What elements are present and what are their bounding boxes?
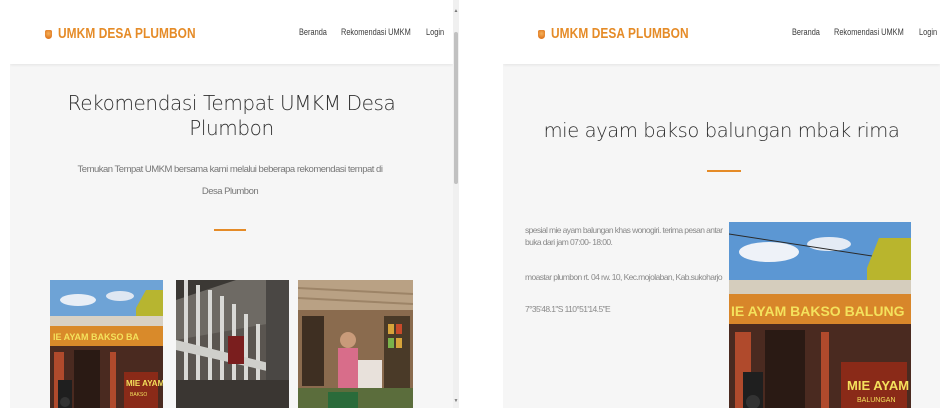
subtitle-line-2: Desa Plumbon bbox=[201, 186, 259, 197]
nav-link-login[interactable]: Login bbox=[919, 27, 937, 37]
right-browser-window: UMKM DESA PLUMBON Beranda Rekomendasi UM… bbox=[503, 0, 940, 408]
umkm-title: mie ayam bakso balungan mbak rima bbox=[543, 119, 900, 142]
cart-sign-text: MIE AYAM bbox=[847, 378, 909, 393]
brand-name: UMKM DESA PLUMBON bbox=[551, 26, 689, 42]
accent-divider bbox=[214, 229, 246, 231]
cart-sign-subtext: BALUNGAN bbox=[857, 397, 896, 404]
navbar: UMKM DESA PLUMBON Beranda Rekomendasi UM… bbox=[10, 0, 453, 64]
umkm-photo: IE AYAM BAKSO BALUNG MIE AYAM BALUNGAN bbox=[729, 222, 911, 408]
umkm-card-2-photo bbox=[176, 280, 289, 408]
brand-name: UMKM DESA PLUMBON bbox=[58, 26, 196, 42]
nav-link-rekomendasi-umkm[interactable]: Rekomendasi UMKM bbox=[834, 27, 904, 37]
page-title-line-1: Rekomendasi Tempat UMKM Desa bbox=[67, 91, 396, 115]
nav-menu: Beranda Rekomendasi UMKM Login bbox=[299, 27, 448, 37]
scroll-down-arrow-icon[interactable]: ▼ bbox=[453, 398, 459, 404]
umkm-card-3[interactable] bbox=[298, 280, 413, 408]
accent-divider bbox=[707, 170, 741, 172]
cart-sign-subtext: BAKSO bbox=[130, 392, 147, 398]
umkm-coordinates: 7°35'48.1"S 110°51'14.5"E bbox=[525, 304, 611, 314]
nav-link-beranda[interactable]: Beranda bbox=[299, 27, 327, 37]
cart-sign-text: MIE AYAM bbox=[126, 379, 163, 388]
nav-link-login[interactable]: Login bbox=[426, 27, 444, 37]
umkm-card-2[interactable] bbox=[176, 280, 289, 408]
banner-text: IE AYAM BAKSO BA bbox=[53, 332, 140, 342]
brand-icon bbox=[538, 29, 545, 39]
brand-icon bbox=[45, 29, 52, 39]
nav-menu: Beranda Rekomendasi UMKM Login bbox=[792, 27, 940, 37]
navbar: UMKM DESA PLUMBON Beranda Rekomendasi UM… bbox=[503, 0, 940, 64]
nav-link-rekomendasi-umkm[interactable]: Rekomendasi UMKM bbox=[341, 27, 411, 37]
left-scrollbar-thumb[interactable] bbox=[454, 32, 458, 184]
nav-link-beranda[interactable]: Beranda bbox=[792, 27, 820, 37]
umkm-card-1[interactable]: IE AYAM BAKSO BA MIE AYAM BAKSO bbox=[50, 280, 163, 408]
subtitle-line-1: Temukan Tempat UMKM bersama kami melalui… bbox=[77, 164, 383, 175]
umkm-address: moastar plumbon rt. 04 rw. 10, Kec.mojol… bbox=[525, 272, 723, 282]
scroll-up-arrow-icon[interactable]: ▲ bbox=[453, 8, 459, 14]
storefront-banner-text: IE AYAM BAKSO BALUNG bbox=[731, 303, 905, 319]
umkm-card-3-photo bbox=[298, 280, 413, 408]
umkm-description: spesial mie ayam balungan khas wonogiri.… bbox=[525, 225, 723, 247]
page-subtitle: Temukan Tempat UMKM bersama kami melalui… bbox=[70, 159, 390, 203]
page-title: Rekomendasi Tempat UMKM Desa Plumbon bbox=[10, 91, 453, 141]
umkm-card-1-photo: IE AYAM BAKSO BA MIE AYAM BAKSO bbox=[50, 280, 163, 408]
left-browser-window: UMKM DESA PLUMBON Beranda Rekomendasi UM… bbox=[10, 0, 453, 408]
storefront-photo: IE AYAM BAKSO BALUNG MIE AYAM BALUNGAN bbox=[729, 222, 911, 408]
brand-logo[interactable]: UMKM DESA PLUMBON bbox=[538, 26, 719, 42]
page-title-line-2: Plumbon bbox=[189, 116, 274, 140]
brand-logo[interactable]: UMKM DESA PLUMBON bbox=[45, 26, 226, 42]
